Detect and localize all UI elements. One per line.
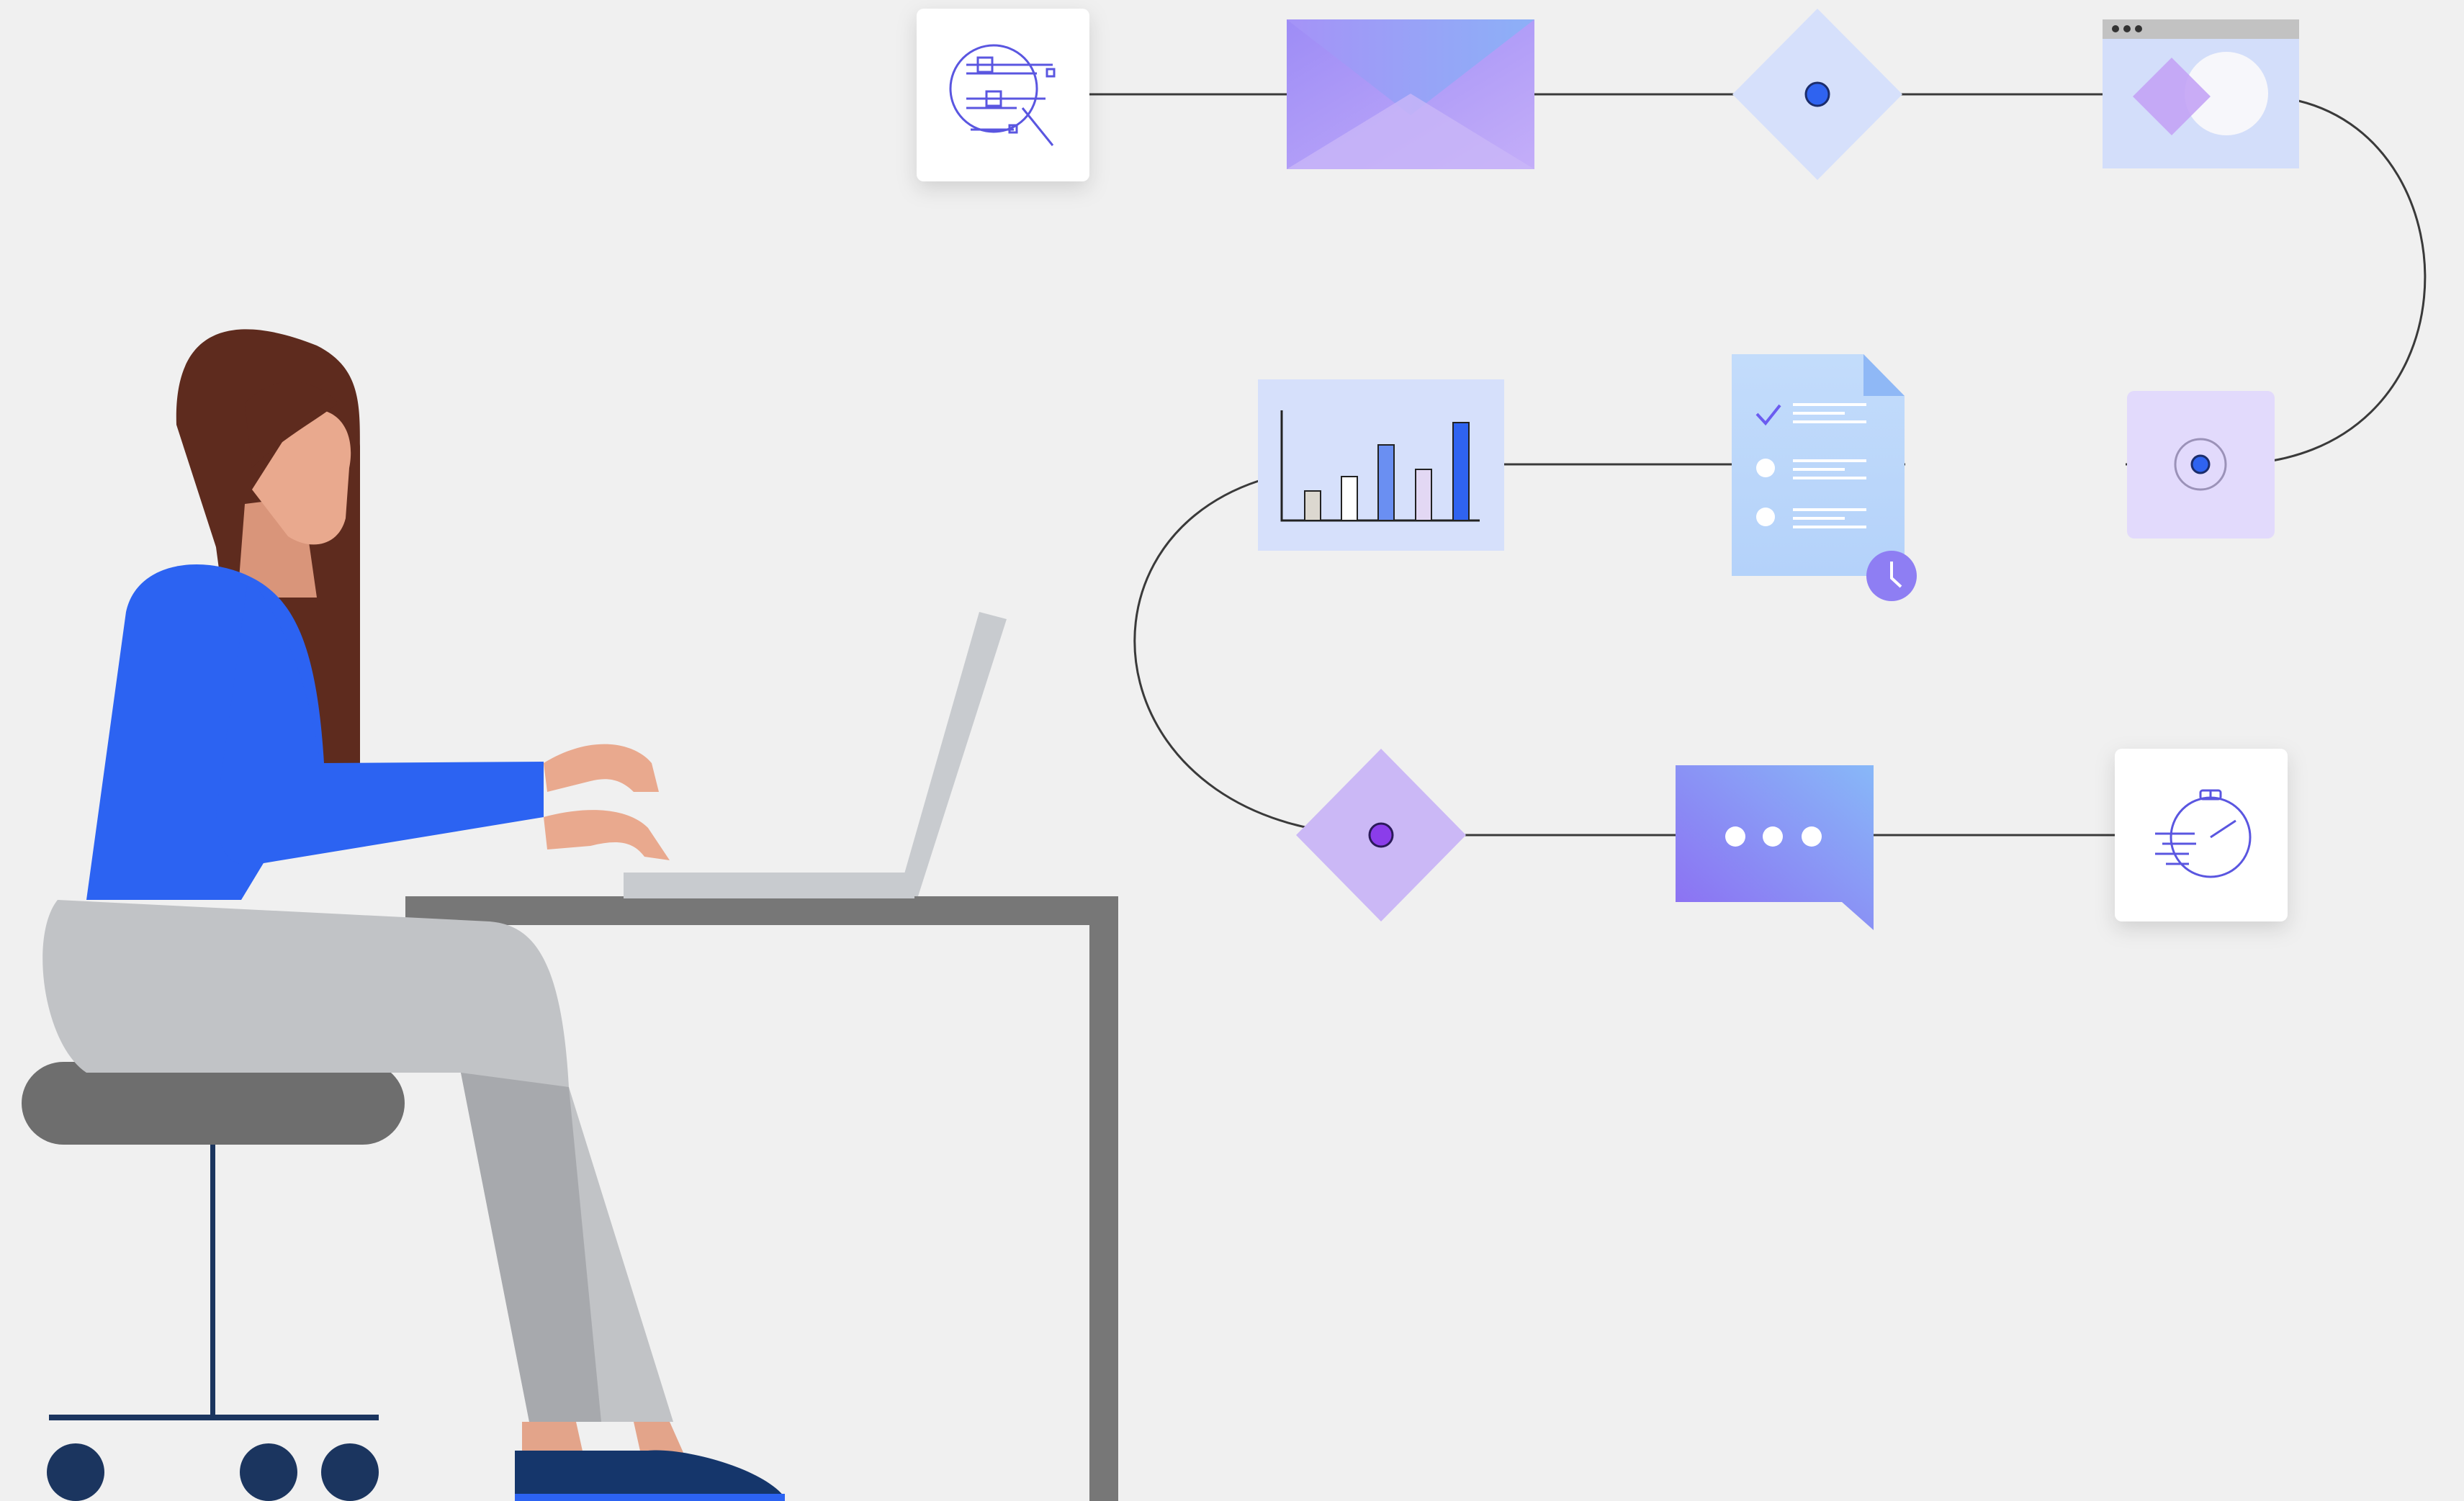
illustration-canvas (22, 9, 2427, 1501)
bar-chart-icon (1258, 379, 1504, 551)
clock-icon (1866, 551, 1917, 601)
chat-bubble-icon (1676, 765, 1874, 930)
shoes (515, 1450, 785, 1497)
browser-window-icon (2103, 19, 2299, 168)
decision-diamond-purple-icon (1296, 749, 1466, 921)
radio-target-icon (2127, 391, 2275, 538)
decision-diamond-icon (1732, 9, 1902, 180)
hands (544, 744, 659, 792)
stopwatch-icon (2115, 749, 2288, 921)
checklist-document-icon (1732, 354, 1917, 601)
laptop (624, 612, 1007, 898)
envelope-icon (1287, 19, 1534, 169)
data-filter-search-icon (917, 9, 1089, 181)
stool (22, 1062, 405, 1501)
